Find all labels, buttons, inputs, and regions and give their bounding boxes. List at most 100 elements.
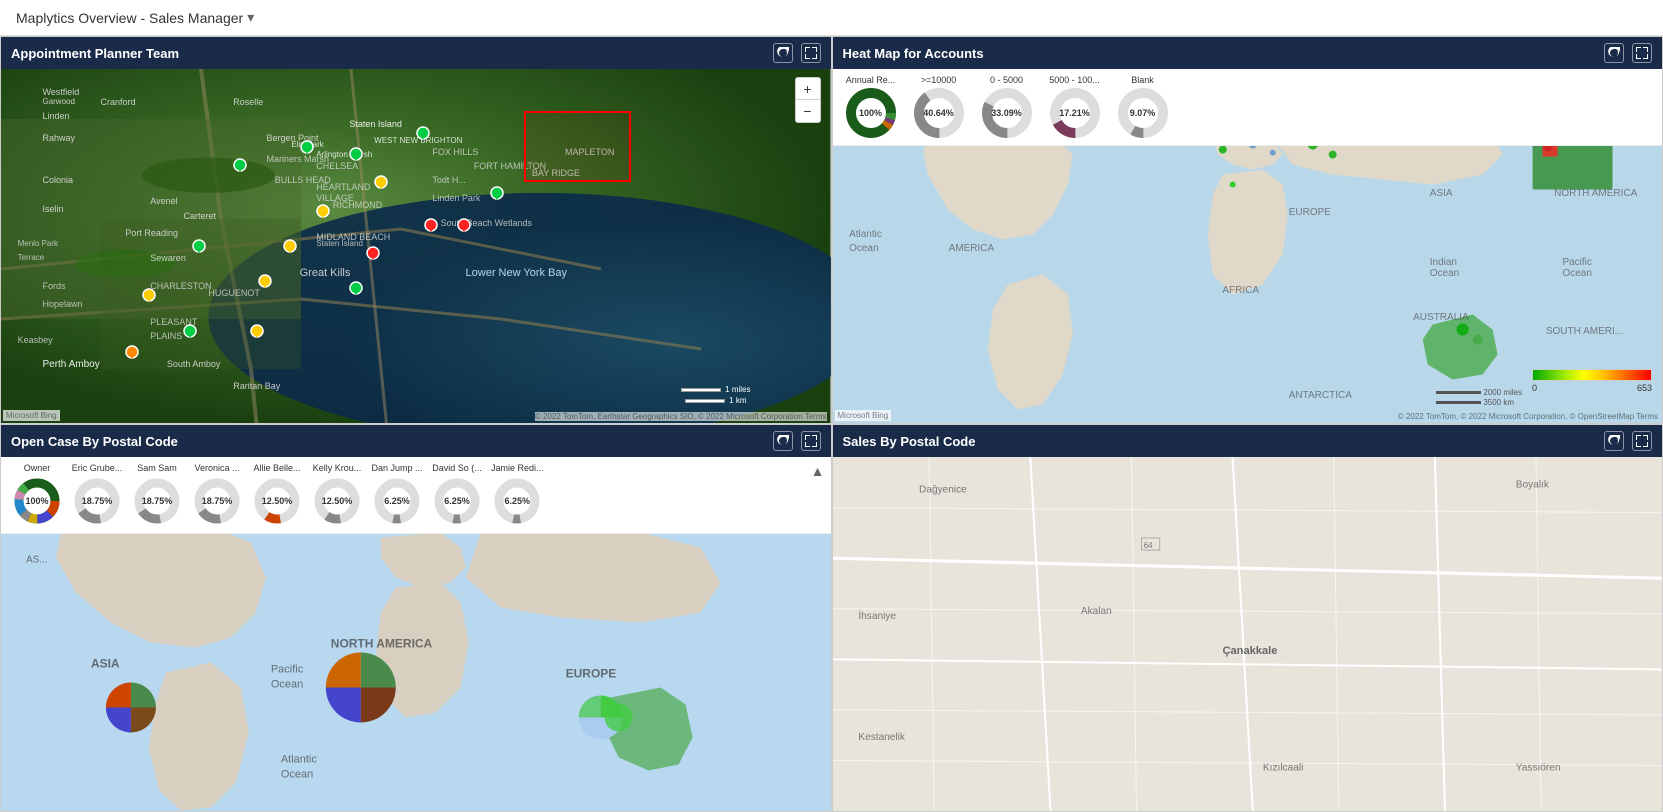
- open-case-refresh-button[interactable]: [773, 431, 793, 451]
- svg-text:AS...: AS...: [26, 555, 48, 566]
- open-case-expand-button[interactable]: [801, 431, 821, 451]
- donut-kelly-label: Kelly Krou...: [313, 463, 362, 473]
- sales-header: Sales By Postal Code: [833, 425, 1663, 457]
- sales-header-icons: [1604, 431, 1652, 451]
- donut-dan-label: Dan Jump ...: [371, 463, 422, 473]
- marker-green-7: [349, 281, 363, 301]
- legend-min: 0: [1532, 383, 1537, 393]
- marker-yellow-6: [250, 324, 264, 344]
- open-case-world-map[interactable]: Atlantic Ocean Pacific Ocean ASIA NORTH …: [1, 534, 831, 811]
- donut-david-label: David So (...: [432, 463, 482, 473]
- svg-text:EUROPE: EUROPE: [566, 666, 617, 680]
- donut-pct-0-5000: 33.09%: [991, 108, 1022, 118]
- heatmap-bing-watermark: Microsoft Bing: [835, 410, 892, 421]
- svg-text:Yassıören: Yassıören: [1515, 763, 1560, 774]
- marker-green-4: [416, 126, 430, 146]
- donut-allie-label: Allie Belle...: [253, 463, 300, 473]
- donut-allie: Allie Belle... 12.50%: [251, 463, 303, 527]
- marker-yellow-2: [316, 204, 330, 224]
- zoom-out-button[interactable]: −: [796, 100, 820, 122]
- heatmap-refresh-button[interactable]: [1604, 43, 1624, 63]
- heatmap-legend: 0 653: [1532, 369, 1652, 393]
- donut-pct-10000: 40.64%: [923, 108, 954, 118]
- donut-veronica-pct: 18.75%: [202, 496, 233, 506]
- dashboard-grid: Appointment Planner Team: [0, 36, 1663, 812]
- marker-yellow-3: [283, 239, 297, 259]
- marker-yellow-4: [258, 274, 272, 294]
- expand-button[interactable]: [801, 43, 821, 63]
- svg-text:İhsaniye: İhsaniye: [858, 609, 896, 622]
- donut-kelly: Kelly Krou... 12.50%: [311, 463, 363, 527]
- marker-green-5: [490, 186, 504, 206]
- donut-owner-label: Owner: [24, 463, 51, 473]
- open-case-donut-row: ▲ Owner 100%: [1, 457, 831, 534]
- sales-refresh-button[interactable]: [1604, 431, 1624, 451]
- donut-jamie-label: Jamie Redi...: [491, 463, 544, 473]
- svg-text:Çanakkale: Çanakkale: [1222, 645, 1277, 657]
- donut-veronica-label: Veronica ...: [194, 463, 239, 473]
- svg-text:Akalan: Akalan: [1080, 606, 1111, 617]
- scale-bar: 1 miles 1 km: [681, 385, 750, 405]
- svg-text:Dağyenice: Dağyenice: [919, 484, 967, 495]
- heatmap-title: Heat Map for Accounts: [843, 46, 984, 61]
- donut-pct-blank: 9.07%: [1130, 108, 1156, 118]
- donut-blank: Blank 9.07%: [1117, 75, 1169, 139]
- heatmap-header-icons: [1604, 43, 1652, 63]
- svg-text:Kızılcaali: Kızılcaali: [1262, 763, 1302, 774]
- donut-owner: Owner 100%: [11, 463, 63, 527]
- open-case-header: Open Case By Postal Code: [1, 425, 831, 457]
- donut-owner-pct: 100%: [25, 496, 48, 506]
- svg-text:ASIA: ASIA: [91, 657, 120, 671]
- svg-text:Ocean: Ocean: [271, 678, 303, 690]
- open-case-panel: Open Case By Postal Code ▲ Ow: [0, 424, 832, 812]
- chevron-down-icon[interactable]: ▾: [247, 9, 254, 26]
- marker-green-3: [349, 147, 363, 167]
- heatmap-gradient-bar: [1532, 369, 1652, 381]
- marker-red-3: [366, 246, 380, 266]
- heatmap-world-map[interactable]: EUROPE ASIA NORTH AMERICA SOUTH AMERI...…: [833, 146, 1663, 423]
- app-title: Maplytics Overview - Sales Manager: [16, 10, 243, 26]
- donut-jamie-pct: 6.25%: [505, 496, 531, 506]
- donut-eric-label: Eric Grube...: [72, 463, 123, 473]
- donut-label-annual: Annual Re...: [846, 75, 896, 85]
- heatmap-attribution: © 2022 TomTom, © 2022 Microsoft Corporat…: [1398, 412, 1658, 421]
- donut-pct-5000-100: 17.21%: [1059, 108, 1090, 118]
- svg-text:Atlantic: Atlantic: [281, 753, 318, 765]
- sales-expand-button[interactable]: [1632, 431, 1652, 451]
- heatmap-scale-bar: 2000 miles 3500 km: [1436, 388, 1522, 407]
- zoom-in-button[interactable]: +: [796, 78, 820, 100]
- appointment-planner-header: Appointment Planner Team: [1, 37, 831, 69]
- donut-allie-pct: 12.50%: [262, 496, 293, 506]
- marker-green-8: [183, 324, 197, 344]
- svg-text:Kestanelik: Kestanelik: [858, 732, 906, 743]
- donut-eric-pct: 18.75%: [82, 496, 113, 506]
- donut-label-10000: >=10000: [921, 75, 957, 85]
- sales-map-svg: Dağyenice Boyalık İhsaniye Akalan Çanakk…: [833, 457, 1663, 811]
- svg-text:Pacific: Pacific: [271, 664, 304, 676]
- refresh-button[interactable]: [773, 43, 793, 63]
- heatmap-legend-labels: 0 653: [1532, 383, 1652, 393]
- marker-green-2: [233, 158, 247, 178]
- zoom-control: + −: [795, 77, 821, 123]
- marker-red-2: [457, 218, 471, 238]
- heatmap-donut-row: Annual Re... 100% >=10000: [833, 69, 1663, 146]
- donut-pct-annual: 100%: [859, 108, 882, 118]
- donut-sam: Sam Sam 18.75%: [131, 463, 183, 527]
- sales-map[interactable]: Dağyenice Boyalık İhsaniye Akalan Çanakk…: [833, 457, 1663, 811]
- appointment-planner-title: Appointment Planner Team: [11, 46, 179, 61]
- svg-text:Ocean: Ocean: [281, 768, 313, 780]
- collapse-button[interactable]: ▲: [811, 463, 825, 479]
- map-attribution: © 2022 TomTom, Earthstar Geographics SIO…: [535, 412, 827, 421]
- legend-max: 653: [1637, 383, 1652, 393]
- donut-dan-pct: 6.25%: [384, 496, 410, 506]
- donut-david: David So (... 6.25%: [431, 463, 483, 527]
- donut-dan: Dan Jump ... 6.25%: [371, 463, 423, 527]
- donut-veronica: Veronica ... 18.75%: [191, 463, 243, 527]
- marker-red-1: [424, 218, 438, 238]
- donut-label-5000-100: 5000 - 100...: [1049, 75, 1100, 85]
- marker-yellow-5: [142, 288, 156, 308]
- heatmap-expand-button[interactable]: [1632, 43, 1652, 63]
- donut-kelly-pct: 12.50%: [322, 496, 353, 506]
- donut-david-pct: 6.25%: [444, 496, 470, 506]
- appointment-planner-map[interactable]: Garwood Cranford Roselle Westfield Linde…: [1, 69, 831, 423]
